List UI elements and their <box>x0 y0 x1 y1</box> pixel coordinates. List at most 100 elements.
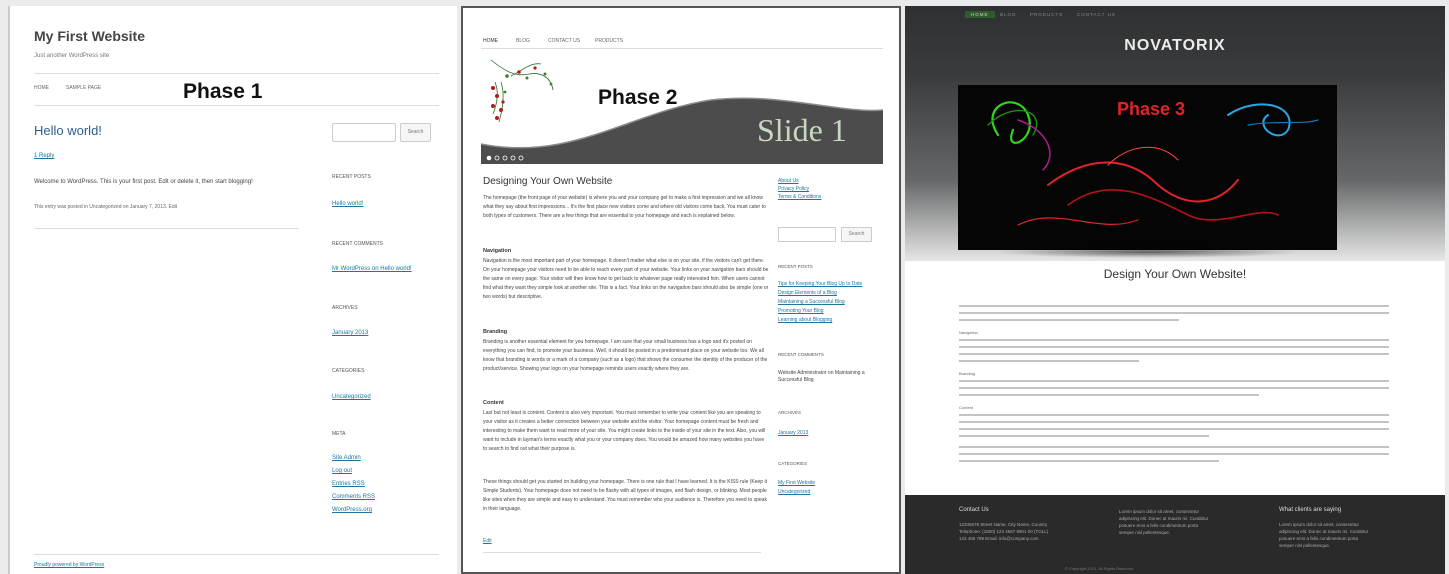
menu-products[interactable]: PRODUCTS <box>1030 12 1063 17</box>
search-input[interactable] <box>332 123 396 142</box>
text-line <box>959 339 1389 341</box>
footer-testimonial-line: adipiscing elit. Donec at mauris mi. Cur… <box>1279 529 1369 534</box>
content-heading: Content <box>483 400 504 406</box>
text-line <box>959 460 1219 462</box>
widget-link[interactable]: Hello world! <box>332 201 363 207</box>
sidebar-link[interactable]: Terms & Conditions <box>778 194 821 200</box>
widget-link[interactable]: Entries RSS <box>332 481 365 487</box>
intro-paragraph: The homepage (the front page of your web… <box>483 195 766 219</box>
footer-text-line: posuere eros a felis condimentum porta <box>1119 523 1199 528</box>
widget-link[interactable]: Uncategorized <box>332 394 371 400</box>
footer-contact-line[interactable]: 123 456 789 Email: info@company.com <box>959 535 1039 542</box>
footer-contact-line: Telephone: (1800) 123 4567 8901 00 (TOLL… <box>959 529 1049 534</box>
navigation-paragraph: Navigation is the most important part of… <box>483 258 769 300</box>
recent-post-link[interactable]: Tips for Keeping Your Blog Up to Date <box>778 281 862 287</box>
footer-testimonial-line: Lorem ipsum dolor sit amet, consectetur <box>1279 522 1360 527</box>
widget-title: RECENT POSTS <box>778 264 813 269</box>
sidebar-link[interactable]: About Us <box>778 178 799 184</box>
recent-post-link[interactable]: Maintaining a Successful Blog <box>778 299 845 305</box>
widget-link[interactable]: Mr WordPress on Hello world! <box>332 266 412 272</box>
widget-link[interactable]: Log out <box>332 468 352 474</box>
text-line <box>959 319 1179 321</box>
nav-contact-us[interactable]: CONTACT US <box>548 38 580 44</box>
widget-title: RECENT POSTS <box>332 174 371 180</box>
recent-post-link[interactable]: Design Elements of a Blog <box>778 290 837 296</box>
site-title[interactable]: My First Website <box>34 28 145 44</box>
phase3-screenshot: HOME BLOG PRODUCTS CONTACT US NOVATORIX … <box>905 6 1445 574</box>
menu-blog[interactable]: BLOG <box>1000 12 1017 17</box>
text-line <box>959 360 1139 362</box>
recent-post-link[interactable]: Promoting Your Blog <box>778 308 824 314</box>
category-link[interactable]: My First Website <box>778 480 815 486</box>
widget-title: ARCHIVES <box>332 305 358 311</box>
footer-testimonial-line: semper nisl pellentesque. <box>1279 543 1331 548</box>
footer-text-line: semper nisl pellentesque. <box>1119 530 1171 535</box>
sidebar-link[interactable]: Privacy Policy <box>778 186 809 192</box>
menu-home[interactable]: HOME <box>965 11 995 18</box>
footer-credit[interactable]: Proudly powered by WordPress <box>34 562 104 568</box>
search-button[interactable]: Search <box>841 227 872 242</box>
search-input[interactable] <box>778 227 836 242</box>
widget-link[interactable]: Site Admin <box>332 455 361 461</box>
nav-products[interactable]: PRODUCTS <box>595 38 623 44</box>
site-logo[interactable]: NOVATORIX <box>905 37 1445 55</box>
footer-contact-title: Contact Us <box>959 507 989 513</box>
nav-blog[interactable]: BLOG <box>516 38 530 44</box>
widget-title: CATEGORIES <box>778 461 808 466</box>
post-title[interactable]: Hello world! <box>34 123 102 138</box>
recent-comment[interactable]: Website Administrator on Maintaining a S… <box>778 370 888 384</box>
text-line <box>959 346 1389 348</box>
widget-title: ARCHIVES <box>778 410 802 415</box>
widget-link[interactable]: WordPress.org <box>332 507 372 513</box>
text-line <box>959 380 1389 382</box>
footer-testimonial-title: What clients are saying <box>1279 507 1342 513</box>
branding-heading: Branding <box>483 329 508 335</box>
widget-title: META <box>332 431 346 437</box>
text-line <box>959 453 1389 455</box>
widget-title: RECENT COMMENTS <box>332 241 384 247</box>
search-button[interactable]: Search <box>400 123 431 142</box>
text-line <box>959 312 1389 314</box>
edit-link[interactable]: Edit <box>483 538 492 544</box>
copyright: © Copyright 2013. All Rights Reserved. <box>1065 566 1135 571</box>
widget-link[interactable]: Comments RSS <box>332 494 375 500</box>
menu-contact-us[interactable]: CONTACT US <box>1077 12 1116 17</box>
phase-label: Phase 2 <box>598 86 678 109</box>
text-line <box>959 421 1389 423</box>
footer-text-line: adipiscing elit. Donec at mauris mi. Cur… <box>1119 516 1209 521</box>
nav-home[interactable]: HOME <box>483 38 498 44</box>
page-title: Designing Your Own Website <box>483 176 613 187</box>
divider <box>34 73 439 74</box>
footer-testimonial-line: posuere eros a felis condimentum porta <box>1279 536 1359 541</box>
text-line <box>959 387 1389 389</box>
recent-post-link[interactable]: Learning about Blogging <box>778 317 832 323</box>
content-subhead: Content <box>959 405 974 410</box>
page-title: Design Your Own Website! <box>1103 267 1247 281</box>
divider <box>481 48 883 49</box>
content-paragraph: Last but not least is content. Content i… <box>483 410 766 452</box>
slide-caption: Slide 1 <box>757 112 847 148</box>
divider <box>483 552 761 553</box>
navigation-heading: Navigation <box>483 248 512 254</box>
reply-link[interactable]: 1 Reply <box>34 153 54 159</box>
footer-contact-line: 12345678 Street Name, City Name, Country <box>959 522 1048 527</box>
phase2-screenshot: HOME BLOG CONTACT US PRODUCTS Phase 2 Sl… <box>461 6 901 574</box>
text-line <box>959 305 1389 307</box>
divider <box>34 228 299 229</box>
text-line <box>959 446 1389 448</box>
widget-title: RECENT COMMENTS <box>778 352 824 357</box>
divider <box>34 105 439 106</box>
category-link[interactable]: Uncategorized <box>778 489 810 495</box>
phase-label: Phase 3 <box>1117 99 1186 119</box>
text-line <box>959 435 1209 437</box>
branding-paragraph: Branding is another essential element fo… <box>483 339 768 372</box>
archive-link[interactable]: January 2013 <box>778 430 808 436</box>
divider <box>34 554 439 555</box>
nav-sample-page[interactable]: SAMPLE PAGE <box>66 85 101 91</box>
post-meta: This entry was posted in Uncategorized o… <box>34 204 178 210</box>
widget-title: CATEGORIES <box>332 368 365 374</box>
floral-decoration-icon <box>490 59 554 123</box>
nav-home[interactable]: HOME <box>34 85 49 91</box>
closing-paragraph: These things should get you started on b… <box>483 479 767 512</box>
widget-link[interactable]: January 2013 <box>332 330 368 336</box>
